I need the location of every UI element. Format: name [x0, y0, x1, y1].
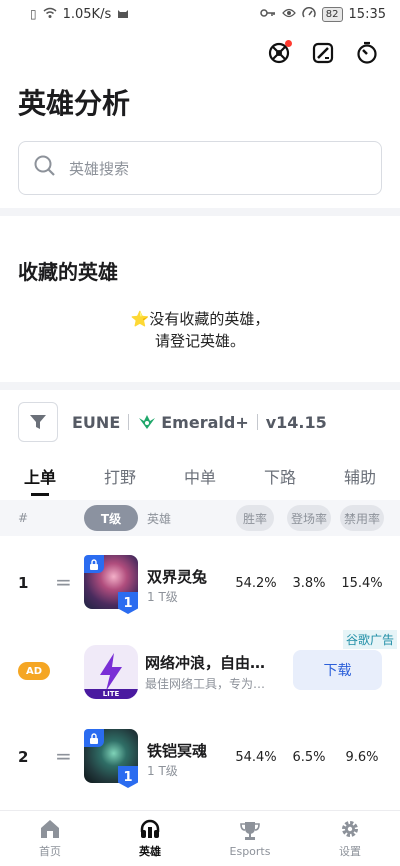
ad-source-tag: 谷歌广告	[342, 630, 397, 649]
nav-settings[interactable]: 设置	[300, 811, 400, 866]
status-bar: ▯ 1.05K/s 82 15:35	[0, 0, 400, 28]
tier-sort-chip[interactable]: T级	[84, 505, 138, 531]
filter-icon	[30, 415, 46, 429]
search-placeholder: 英雄搜索	[69, 159, 130, 178]
hero-column-header: 英雄	[147, 511, 172, 526]
ad-row: 谷歌广告 AD LITE 网络冲浪，自由… 最佳网络工具，专为… 下载	[0, 630, 400, 710]
eye-icon	[281, 7, 296, 21]
version-label: v14.15	[265, 412, 327, 432]
role-tabs: 上单 打野 中单 下路 辅助	[0, 458, 400, 498]
ban-rate: 15.4%	[341, 576, 383, 591]
favorites-empty-line1: ⭐没有收藏的英雄，	[130, 310, 270, 328]
champion-name: 双界灵兔	[147, 568, 208, 586]
section-divider	[0, 208, 400, 216]
home-icon	[41, 820, 59, 838]
table-row[interactable]: 2 = 1 铁铠冥魂 1 T级 54.4% 6.5% 9.6%	[0, 724, 400, 794]
divider	[128, 414, 130, 430]
clock: 15:35	[348, 6, 386, 22]
download-button[interactable]: 下载	[293, 650, 382, 690]
cat-icon	[117, 7, 129, 22]
tab-jungle[interactable]: 打野	[80, 458, 160, 498]
champion-tier: 1 T级	[147, 764, 178, 778]
wifi-icon	[43, 7, 57, 22]
champion-tier: 1 T级	[147, 590, 178, 604]
network-speed: 1.05K/s	[62, 6, 112, 22]
gauge-icon	[302, 6, 316, 22]
pick-rate: 6.5%	[292, 750, 326, 765]
key-icon	[260, 7, 276, 21]
ban-rate-sort-chip[interactable]: 禁用率	[340, 505, 384, 531]
filter-row: EUNE Emerald+ v14.15	[18, 402, 327, 442]
nav-heroes-label: 英雄	[139, 845, 161, 858]
favorites-empty-line2: 请登记英雄。	[154, 332, 245, 350]
page-title: 英雄分析	[18, 87, 131, 120]
region-label: EUNE	[72, 412, 121, 432]
section-divider	[0, 382, 400, 390]
ad-icon-label: LITE	[102, 690, 120, 698]
headset-icon	[140, 819, 160, 838]
emerald-rank-icon	[139, 415, 156, 429]
tab-top[interactable]: 上单	[0, 458, 80, 498]
nav-esports[interactable]: Esports	[200, 811, 300, 866]
filter-button[interactable]	[18, 402, 58, 442]
rank-column-header: #	[18, 511, 29, 525]
tier-badge: 1	[118, 592, 138, 614]
notification-dot	[285, 40, 292, 47]
ad-app-icon[interactable]: LITE	[84, 645, 138, 699]
win-rate: 54.2%	[235, 576, 277, 591]
rank-filter: Emerald+	[137, 412, 249, 432]
search-icon	[33, 154, 57, 182]
trophy-icon	[240, 821, 260, 840]
win-rate: 54.4%	[235, 750, 277, 765]
timer-icon[interactable]	[354, 40, 380, 66]
target-icon[interactable]	[266, 40, 292, 66]
trend-indicator: =	[55, 744, 72, 768]
nav-home-label: 首页	[39, 845, 61, 858]
tier-badge: 1	[118, 766, 138, 788]
lock-icon	[84, 555, 104, 573]
filter-summary[interactable]: EUNE Emerald+ v14.15	[72, 413, 327, 432]
favorites-title: 收藏的英雄	[18, 260, 118, 284]
bottom-navigation: 首页 英雄 Esports 设置	[0, 810, 400, 866]
battery-indicator: 82	[321, 6, 343, 22]
ad-subtitle: 最佳网络工具，专为…	[145, 677, 266, 691]
rank-number: 2	[18, 748, 29, 766]
champion-name: 铁铠冥魂	[147, 742, 208, 760]
divider	[256, 414, 258, 430]
lock-icon	[84, 729, 104, 747]
edit-icon[interactable]	[310, 40, 336, 66]
nav-heroes[interactable]: 英雄	[100, 811, 200, 866]
win-rate-sort-chip[interactable]: 胜率	[236, 505, 274, 531]
ad-title[interactable]: 网络冲浪，自由…	[145, 652, 275, 673]
table-row[interactable]: 1 = 1 双界灵兔 1 T级 54.2% 3.8% 15.4%	[0, 550, 400, 620]
ad-badge: AD	[18, 662, 50, 680]
pick-rate: 3.8%	[292, 576, 326, 591]
sim-icon: ▯	[30, 7, 37, 21]
gear-icon	[342, 821, 358, 837]
rank-number: 1	[18, 574, 29, 592]
ban-rate: 9.6%	[345, 750, 379, 765]
search-input[interactable]: 英雄搜索	[18, 141, 382, 195]
header-actions	[266, 40, 380, 66]
nav-esports-label: Esports	[229, 844, 271, 858]
tab-mid[interactable]: 中单	[160, 458, 240, 498]
pick-rate-sort-chip[interactable]: 登场率	[287, 505, 331, 531]
favorites-empty-message: ⭐没有收藏的英雄， 请登记英雄。	[0, 308, 400, 352]
trend-indicator: =	[55, 570, 72, 594]
nav-settings-label: 设置	[339, 845, 361, 858]
table-header: # T级 英雄 胜率 登场率 禁用率	[0, 500, 400, 536]
tab-support[interactable]: 辅助	[320, 458, 400, 498]
tab-bottom[interactable]: 下路	[240, 458, 320, 498]
rank-label: Emerald+	[161, 412, 249, 432]
nav-home[interactable]: 首页	[0, 811, 100, 866]
